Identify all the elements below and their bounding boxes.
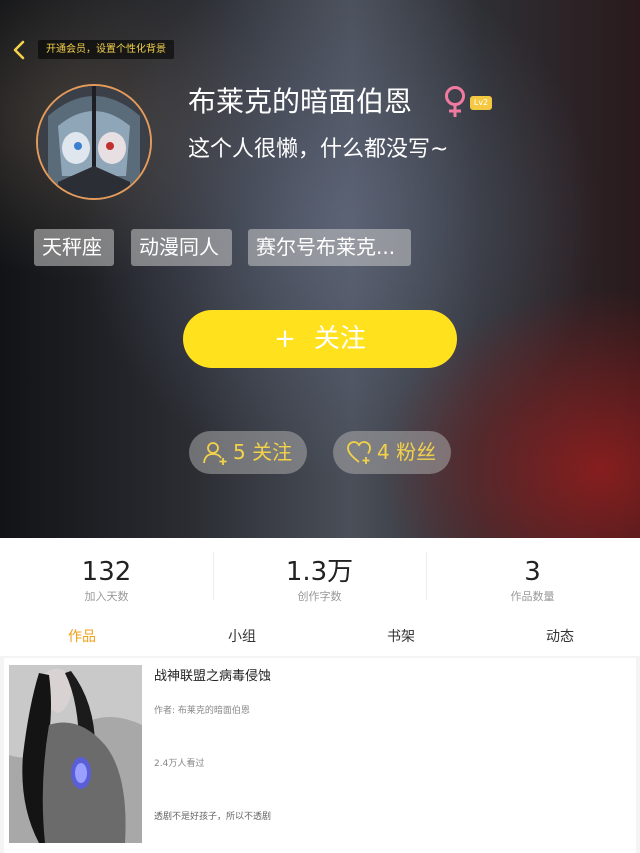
stats-row: 132 加入天数 1.3万 创作字数 3 作品数量 (0, 540, 640, 612)
following-label: 5 关注 (233, 440, 293, 464)
stat-value: 132 (81, 557, 132, 587)
female-icon (445, 86, 465, 117)
divider (426, 552, 427, 600)
username: 布莱克的暗面伯恩 (188, 85, 413, 118)
fans-count-button[interactable]: 4 粉丝 (333, 431, 451, 474)
divider (213, 552, 214, 600)
stat-works-count: 3 作品数量 (426, 540, 639, 604)
tab-bar: 作品 小组 书架 动态 (0, 620, 640, 654)
work-cover-image[interactable] (9, 665, 142, 843)
work-author: 作者: 布莱克的暗面伯恩 (154, 706, 250, 716)
tag[interactable]: 赛尔号布莱克... (248, 229, 411, 266)
tab-groups[interactable]: 小组 (162, 620, 322, 654)
stat-label: 作品数量 (510, 590, 555, 603)
stat-word-count: 1.3万 创作字数 (213, 540, 426, 604)
follow-button-label: 关注 (313, 324, 366, 354)
following-count-button[interactable]: 5 关注 (189, 431, 307, 474)
work-description: 透剧不是好孩子，所以不透剧 (154, 812, 272, 822)
stat-label: 创作字数 (297, 590, 342, 603)
tab-bookshelf[interactable]: 书架 (321, 620, 481, 654)
stat-value: 3 (524, 557, 541, 587)
work-views: 2.4万人看过 (154, 759, 205, 769)
profile-header: 开通会员，设置个性化背景 布莱克的暗面伯恩 Lv2 这个人很懒，什么都没写~ 天… (0, 0, 640, 538)
stat-join-days: 132 加入天数 (0, 540, 213, 604)
cover-illustration (9, 665, 142, 843)
tag[interactable]: 动漫同人 (131, 229, 232, 266)
fans-label: 4 粉丝 (377, 440, 437, 464)
tab-works[interactable]: 作品 (2, 620, 162, 654)
level-badge: Lv2 (470, 96, 492, 110)
tab-activity[interactable]: 动态 (480, 620, 640, 654)
plus-icon: + (274, 324, 296, 354)
user-add-icon (203, 442, 227, 465)
heart-add-icon (347, 441, 371, 464)
stat-value: 1.3万 (285, 557, 354, 587)
avatar[interactable] (36, 84, 152, 200)
avatar-image (38, 86, 150, 198)
follow-button[interactable]: + 关注 (183, 310, 457, 368)
work-title[interactable]: 战神联盟之病毒侵蚀 (154, 668, 271, 686)
back-arrow-icon[interactable] (8, 38, 32, 62)
bio: 这个人很懒，什么都没写~ (188, 137, 449, 162)
vip-background-banner[interactable]: 开通会员，设置个性化背景 (38, 40, 174, 59)
tag[interactable]: 天秤座 (34, 229, 114, 266)
stat-label: 加入天数 (84, 590, 129, 603)
